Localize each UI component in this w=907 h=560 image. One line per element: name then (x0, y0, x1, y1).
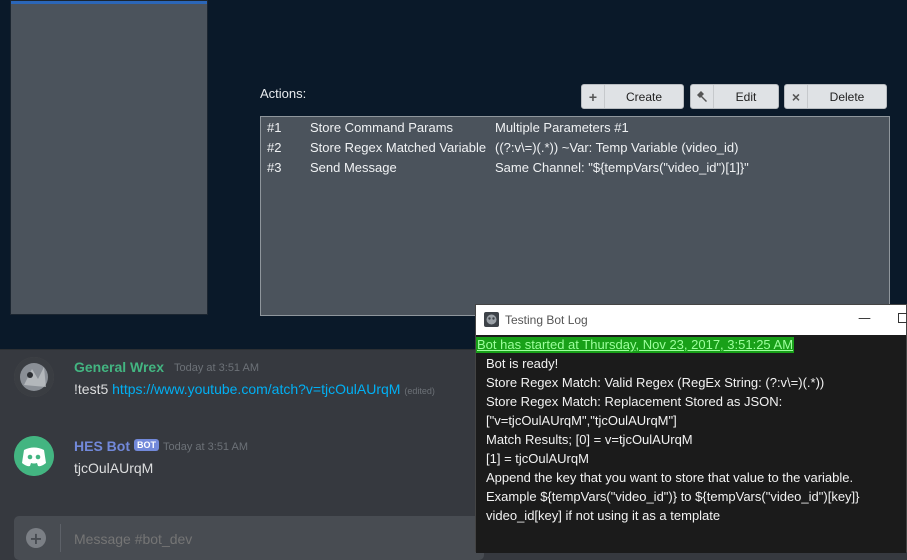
action-detail: Multiple Parameters #1 (495, 120, 629, 135)
log-line: Bot is ready! (486, 356, 559, 371)
edited-tag: (edited) (404, 386, 435, 396)
hammer-icon (691, 85, 714, 108)
message-timestamp: Today at 3:51 AM (174, 362, 259, 374)
message-input-bar: + (14, 516, 484, 560)
avatar[interactable] (14, 436, 54, 476)
bot-badge: BOT (134, 439, 159, 451)
action-detail: Same Channel: "${tempVars("video_id")[1]… (495, 160, 749, 175)
minimize-icon[interactable]: — (858, 311, 871, 326)
log-line: Store Regex Match: Valid Regex (RegEx St… (486, 375, 825, 390)
testing-bot-log-window: Testing Bot Log — Bot has started at Thu… (475, 304, 907, 553)
actions-label: Actions: (260, 86, 307, 101)
log-line: Append the key that you want to store th… (486, 470, 854, 485)
create-button[interactable]: + Create (581, 84, 684, 109)
discord-icon (14, 436, 54, 476)
log-window-title: Testing Bot Log (505, 313, 588, 327)
username[interactable]: HES Bot (74, 438, 130, 454)
edit-button[interactable]: Edit (690, 84, 779, 109)
command-list[interactable] (10, 0, 208, 315)
close-icon: × (785, 85, 808, 108)
maximize-icon[interactable] (898, 313, 907, 323)
log-line: Match Results; [0] = v=tjcOulAUrqM (486, 432, 693, 447)
action-name: Store Regex Matched Variable (310, 140, 487, 155)
message-text: !test5 https://www.youtube.com/atch?v=tj… (74, 381, 435, 397)
message-command: !test5 (74, 381, 109, 397)
log-line: video_id[key] if not using it as a templ… (486, 508, 721, 523)
plus-icon: + (582, 85, 605, 108)
action-number: #2 (267, 140, 282, 155)
username[interactable]: General Wrex (74, 359, 164, 375)
log-header-line: Bot has started at Thursday, Nov 23, 201… (476, 337, 795, 353)
message-text: tjcOulAUrqM (74, 460, 154, 476)
message-timestamp: Today at 3:51 AM (163, 441, 248, 453)
input-divider (60, 524, 61, 552)
log-output: Bot has started at Thursday, Nov 23, 201… (476, 335, 906, 553)
log-line: Example ${tempVars("video_id")} to ${tem… (486, 489, 860, 504)
action-name: Store Command Params (310, 120, 454, 135)
action-number: #1 (267, 120, 282, 135)
command-list-selection (11, 1, 207, 4)
message-link[interactable]: https://www.youtube.com/atch?v=tjcOulAUr… (112, 381, 400, 397)
create-button-label: Create (625, 89, 663, 104)
log-line: [1] = tjcOulAUrqM (486, 451, 589, 466)
delete-button-label: Delete (829, 89, 865, 104)
avatar[interactable] (14, 357, 54, 397)
action-number: #3 (267, 160, 282, 175)
log-line: Store Regex Match: Replacement Stored as… (486, 394, 783, 409)
action-editor-panel: Actions: + Create Edit × Delete #1 Store… (0, 0, 907, 349)
log-line: ["v=tjcOulAUrqM","tjcOulAUrqM"] (486, 413, 677, 428)
delete-button[interactable]: × Delete (784, 84, 887, 109)
log-title-bar[interactable]: Testing Bot Log — (476, 305, 907, 335)
action-detail: ((?:v\=)(.*)) ~Var: Temp Variable (video… (495, 140, 739, 155)
upload-plus-icon[interactable]: + (26, 528, 46, 548)
edit-button-label: Edit (735, 89, 757, 104)
message-input[interactable] (72, 526, 476, 552)
app-icon (484, 312, 499, 327)
action-name: Send Message (310, 160, 397, 175)
actions-list[interactable]: #1 Store Command Params Multiple Paramet… (260, 116, 890, 316)
